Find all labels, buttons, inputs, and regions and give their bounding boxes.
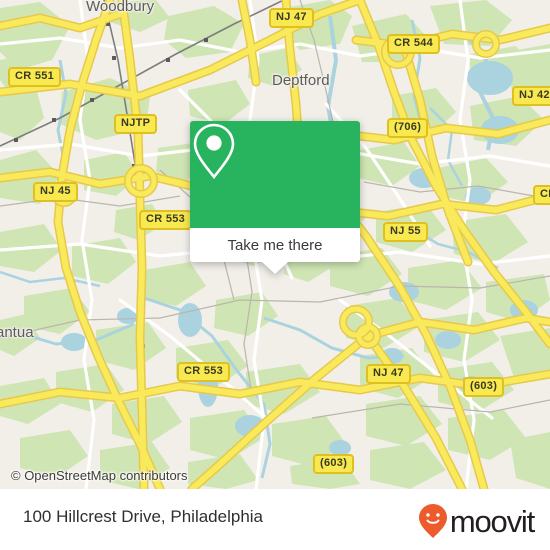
- road-shield: (706): [387, 118, 429, 138]
- road-shield: CR 544: [387, 34, 441, 54]
- road-shield: NJ 42: [512, 86, 550, 106]
- moovit-wordmark: moovit: [449, 503, 535, 539]
- road-shield: (603): [463, 377, 505, 397]
- popup-pointer: [262, 262, 288, 274]
- road-shield: NJ 45: [33, 182, 78, 202]
- road-shield: (603): [313, 454, 355, 474]
- road-shield: NJ 47: [366, 364, 411, 384]
- map-place-label: antua: [0, 324, 34, 341]
- map-place-label: Woodbury: [86, 0, 155, 15]
- moovit-map-screen: Woodbury Deptford antua CR 551 NJ 47 CR …: [0, 0, 550, 550]
- popup-icon-area: [190, 121, 360, 228]
- map-canvas[interactable]: Woodbury Deptford antua CR 551 NJ 47 CR …: [0, 0, 550, 489]
- road-shield: CR 553: [139, 210, 193, 230]
- road-shield: NJ 47: [269, 8, 314, 28]
- popup-action-area[interactable]: Take me there: [190, 228, 360, 262]
- address-label: 100 Hillcrest Drive, Philadelphia: [23, 507, 264, 526]
- road-shield: CR: [533, 185, 550, 205]
- footer-bar: 100 Hillcrest Drive, Philadelphia moovit: [0, 489, 550, 550]
- road-shield: CR 551: [8, 67, 62, 87]
- osm-attribution[interactable]: © OpenStreetMap contributors: [11, 468, 188, 483]
- moovit-logo[interactable]: moovit: [418, 503, 535, 539]
- location-popup-card[interactable]: Take me there: [190, 121, 360, 274]
- take-me-there-label: Take me there: [227, 236, 323, 254]
- road-shield: NJTP: [114, 114, 158, 134]
- map-place-label: Deptford: [272, 72, 330, 89]
- map-pin-icon: [193, 123, 235, 180]
- road-shield: NJ 55: [383, 222, 428, 242]
- moovit-pin-icon: [418, 504, 447, 538]
- road-shield: CR 553: [177, 362, 231, 382]
